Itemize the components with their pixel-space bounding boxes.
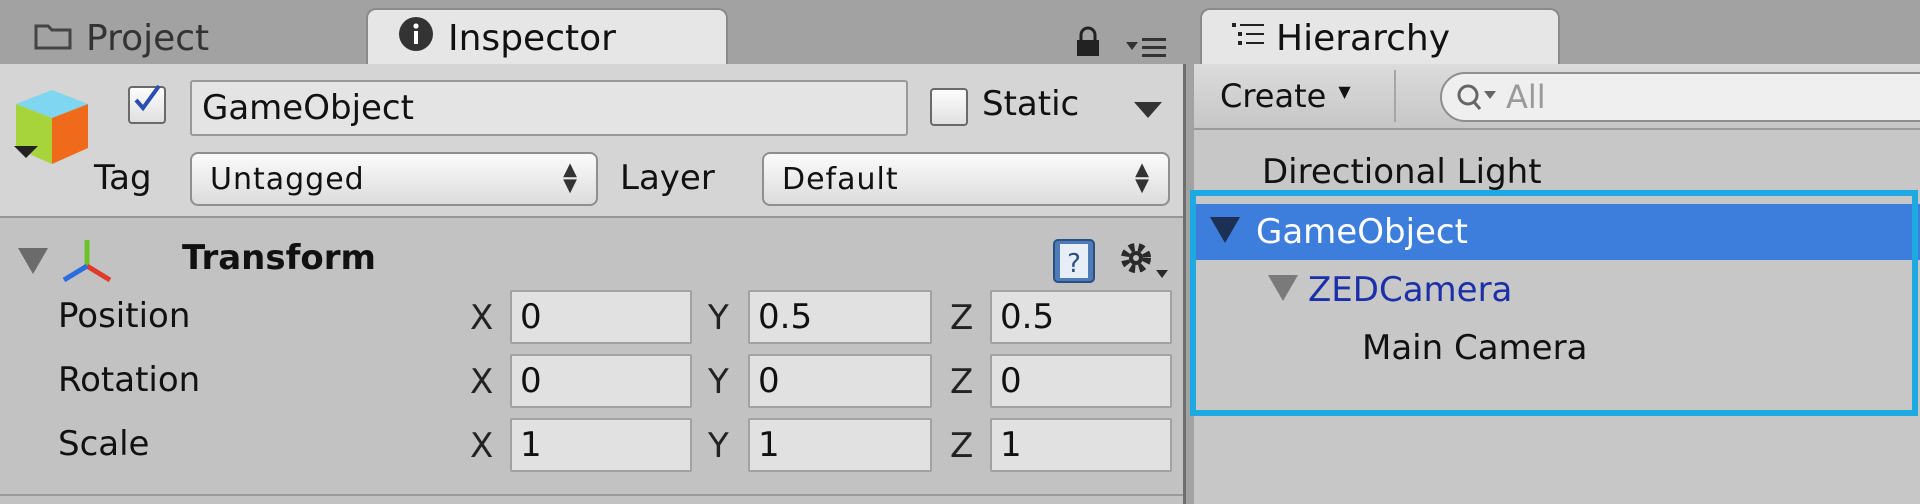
transform-axes-icon bbox=[60, 236, 114, 290]
lock-icon[interactable] bbox=[1074, 26, 1102, 62]
component-title: Transform bbox=[182, 238, 376, 278]
tab-strip: Project Inspector Hierarchy bbox=[0, 0, 1920, 66]
transform-component: Transform ? Position X 0 Y 0.5 Z 0.5 Rot… bbox=[0, 218, 1183, 504]
rotation-label: Rotation bbox=[58, 360, 201, 400]
search-input[interactable]: All bbox=[1440, 72, 1920, 122]
svg-text:?: ? bbox=[1067, 249, 1081, 279]
scale-y-field[interactable]: 1 bbox=[748, 418, 932, 472]
layer-label: Layer bbox=[620, 158, 715, 198]
rotation-y-field[interactable]: 0 bbox=[748, 354, 932, 408]
active-checkbox[interactable] bbox=[128, 84, 166, 124]
axis-z-label: Z bbox=[950, 298, 974, 338]
position-z-field[interactable]: 0.5 bbox=[990, 290, 1172, 344]
inspector-panel: GameObject Static Tag Untagged ▲ ▼ Layer … bbox=[0, 64, 1186, 504]
folder-icon bbox=[34, 18, 72, 59]
create-button-label: Create bbox=[1220, 77, 1327, 115]
create-button[interactable]: Create ▼ bbox=[1206, 70, 1396, 122]
list-icon bbox=[1230, 18, 1266, 59]
foldout-arrow-icon[interactable] bbox=[18, 248, 48, 278]
position-label: Position bbox=[58, 296, 191, 336]
info-icon bbox=[398, 16, 434, 61]
tag-dropdown[interactable]: Untagged ▲ ▼ bbox=[190, 152, 598, 206]
tab-inspector-label: Inspector bbox=[448, 17, 616, 59]
tab-project-label: Project bbox=[86, 17, 210, 59]
hierarchy-toolbar: Create ▼ All bbox=[1194, 64, 1920, 130]
hierarchy-item-label: Main Camera bbox=[1362, 328, 1588, 368]
hierarchy-item-gameobject[interactable]: GameObject bbox=[1194, 204, 1920, 260]
scale-z-field[interactable]: 1 bbox=[990, 418, 1172, 472]
object-name-field[interactable]: GameObject bbox=[190, 80, 908, 136]
tag-label: Tag bbox=[94, 158, 152, 198]
hierarchy-item-label: ZEDCamera bbox=[1308, 270, 1513, 310]
static-dropdown-icon[interactable] bbox=[1134, 102, 1162, 124]
static-label: Static bbox=[982, 84, 1080, 124]
axis-x-label: X bbox=[470, 426, 494, 466]
hierarchy-item-label: GameObject bbox=[1256, 212, 1468, 252]
tag-dropdown-value: Untagged bbox=[210, 161, 365, 197]
position-x-field[interactable]: 0 bbox=[510, 290, 692, 344]
rotation-x-field[interactable]: 0 bbox=[510, 354, 692, 408]
hierarchy-item-directional-light[interactable]: Directional Light bbox=[1194, 144, 1920, 200]
scale-x-field[interactable]: 1 bbox=[510, 418, 692, 472]
axis-z-label: Z bbox=[950, 362, 974, 402]
component-divider bbox=[0, 494, 1183, 496]
hierarchy-item-main-camera[interactable]: Main Camera bbox=[1194, 320, 1920, 376]
hierarchy-item-label: Directional Light bbox=[1262, 152, 1542, 192]
panel-menu-icon[interactable] bbox=[1124, 34, 1168, 66]
dropdown-arrows-icon: ▲ ▼ bbox=[1135, 159, 1150, 196]
layer-dropdown-value: Default bbox=[782, 161, 899, 197]
axis-y-label: Y bbox=[708, 426, 729, 466]
axis-x-label: X bbox=[470, 298, 494, 338]
search-placeholder: All bbox=[1506, 78, 1546, 116]
layer-dropdown[interactable]: Default ▲ ▼ bbox=[762, 152, 1170, 206]
tab-hierarchy[interactable]: Hierarchy bbox=[1200, 8, 1560, 66]
tab-inspector[interactable]: Inspector bbox=[366, 8, 728, 66]
dropdown-arrows-icon: ▲ ▼ bbox=[563, 159, 578, 196]
foldout-arrow-icon[interactable] bbox=[1210, 212, 1240, 252]
scale-label: Scale bbox=[58, 424, 150, 464]
static-checkbox[interactable] bbox=[930, 88, 968, 126]
position-y-field[interactable]: 0.5 bbox=[748, 290, 932, 344]
hierarchy-panel: Create ▼ All Directional Light GameObjec… bbox=[1194, 64, 1920, 504]
axis-x-label: X bbox=[470, 362, 494, 402]
axis-z-label: Z bbox=[950, 426, 974, 466]
help-book-icon[interactable]: ? bbox=[1052, 238, 1096, 288]
chevron-down-icon: ▼ bbox=[1338, 81, 1351, 101]
tab-project[interactable]: Project bbox=[10, 8, 370, 66]
axis-y-label: Y bbox=[708, 298, 729, 338]
search-icon bbox=[1456, 83, 1502, 121]
axis-y-label: Y bbox=[708, 362, 729, 402]
gear-icon[interactable] bbox=[1118, 240, 1170, 288]
hierarchy-item-zedcamera[interactable]: ZEDCamera bbox=[1194, 262, 1920, 318]
gameobject-cube-icon[interactable] bbox=[10, 84, 94, 174]
gameobject-header: GameObject Static Tag Untagged ▲ ▼ Layer … bbox=[0, 64, 1183, 218]
tab-hierarchy-label: Hierarchy bbox=[1276, 17, 1451, 59]
rotation-z-field[interactable]: 0 bbox=[990, 354, 1172, 408]
foldout-arrow-icon[interactable] bbox=[1268, 270, 1298, 310]
